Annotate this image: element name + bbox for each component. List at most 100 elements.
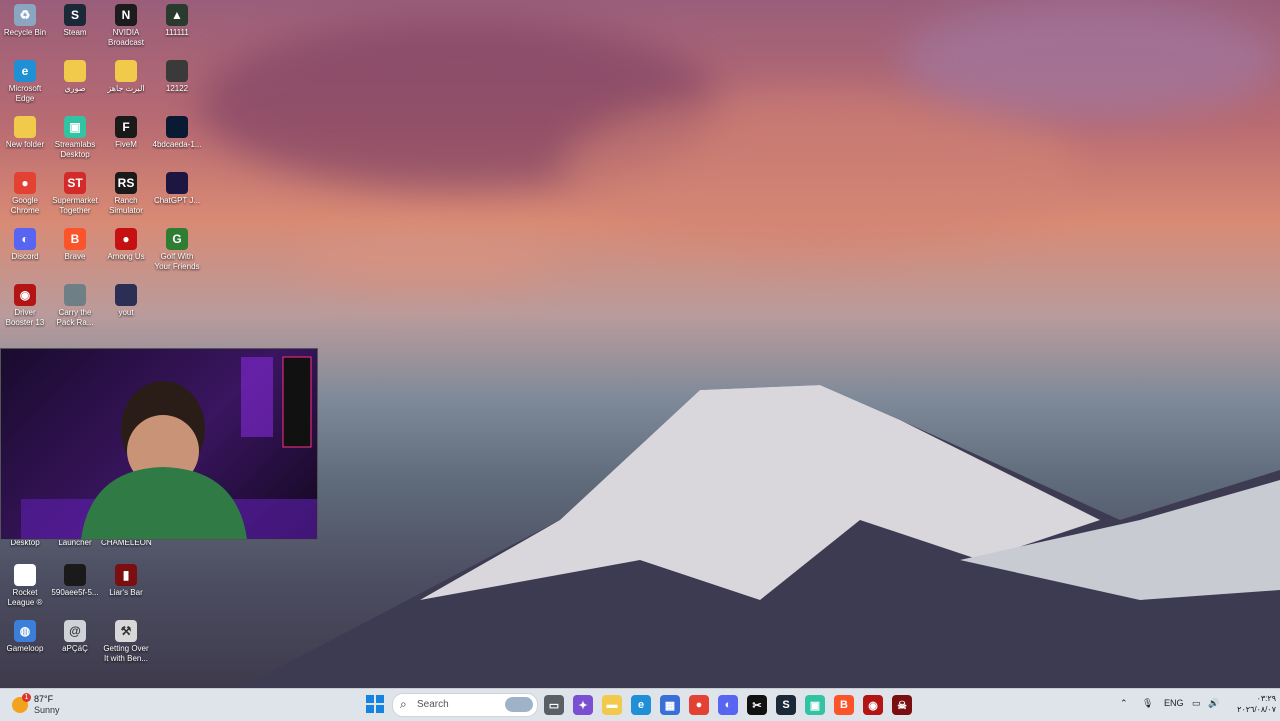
desktop-icon[interactable]: ChatGPT J... [152, 172, 202, 206]
desktop-icon-label: Carry the Pack Ra... [56, 308, 94, 327]
desktop-icon[interactable]: New folder [0, 116, 50, 150]
chrome-icon: ● [14, 172, 36, 194]
search-highlight-icon [505, 697, 533, 712]
fivem-icon: F [115, 116, 137, 138]
webcam-overlay [0, 348, 318, 540]
driver-booster-icon[interactable]: ◉ [863, 695, 883, 715]
image-icon [166, 60, 188, 82]
desktop-icon[interactable]: ▣ Streamlabs Desktop [50, 116, 100, 160]
desktop-icon[interactable]: Carry the Pack Ra... [50, 284, 100, 328]
desktop-icon-label: Among Us [107, 252, 145, 261]
image-icon [115, 284, 137, 306]
desktop-icon-label: NVIDIA Broadcast [107, 28, 145, 47]
mountain-illustration [240, 385, 1280, 688]
game-icon[interactable]: ☠ [892, 695, 912, 715]
file-explorer-icon[interactable]: ▬ [602, 695, 622, 715]
desktop-icon[interactable]: ST Supermarket Together [50, 172, 100, 216]
desktop-icon[interactable]: RS Ranch Simulator [101, 172, 151, 216]
desktop-icon[interactable]: ◐ Discord [0, 228, 50, 262]
edge-icon[interactable]: e [631, 695, 651, 715]
desktop-icon-label: 4bdcaeda-1... [152, 140, 202, 149]
desktop-icon[interactable]: S Steam [50, 4, 100, 38]
search-placeholder: Search [417, 699, 449, 710]
weather-widget[interactable]: 1 87°F Sunny [10, 693, 80, 717]
show-hidden-icons-chevron-icon[interactable]: ⌃ [1120, 698, 1128, 709]
desktop-icon[interactable]: البرت جاهز [101, 60, 151, 94]
desktop-icon[interactable]: ♻ Recycle Bin [0, 4, 50, 38]
desktop-icon[interactable]: ● Google Chrome [0, 172, 50, 216]
desktop-icon[interactable]: B Brave [50, 228, 100, 262]
taskbar-search-box[interactable]: ⌕ Search [392, 693, 538, 717]
desktop-icon[interactable]: 12122 [152, 60, 202, 94]
steam-icon[interactable]: S [776, 695, 796, 715]
desktop-icon[interactable]: ◉ Driver Booster 13 [0, 284, 50, 328]
edge-icon: e [14, 60, 36, 82]
streamlabs-icon: ▣ [64, 116, 86, 138]
desktop-icon-label: ChatGPT J... [153, 196, 201, 205]
windows-logo-icon [366, 705, 374, 713]
supermarket-icon: ST [64, 172, 86, 194]
desktop-icon-label: البرت جاهز [107, 84, 145, 93]
desktop-icon-label: New folder [5, 140, 45, 149]
game-shortcut-icon: ▲ [166, 4, 188, 26]
desktop-icon[interactable]: ⚒ Getting Over It with Ben... [101, 620, 151, 664]
webcam-scene-icon [21, 356, 317, 539]
search-icon: ⌕ [400, 697, 407, 711]
chrome-icon[interactable]: ● [689, 695, 709, 715]
store-icon[interactable]: ▦ [660, 695, 680, 715]
clock-time: ٠٣:٢٩ [1256, 694, 1276, 703]
taskbar: 1 87°F Sunny ⌕ Search ▭ ✦ ▬ e ▦ ● ◐ ✂ S ▣ B ◉ ☠ ⌃ 🎙 … [0, 688, 1280, 721]
desktop-icon-label: صوري [64, 84, 86, 93]
start-button[interactable] [366, 695, 384, 713]
desktop-icon-label: Steam [63, 28, 87, 37]
windows-logo-icon [376, 705, 384, 713]
desktop-icon[interactable]: G Golf With Your Friends [152, 228, 202, 272]
among-us-icon: ● [115, 228, 137, 250]
desktop-icon-label: Liar's Bar [109, 588, 143, 597]
discord-icon[interactable]: ◐ [718, 695, 738, 715]
language-indicator[interactable]: ENG [1164, 698, 1184, 708]
folder-icon [115, 60, 137, 82]
desktop-icon[interactable]: 4bdcaeda-1... [152, 116, 202, 150]
ranch-icon: RS [115, 172, 137, 194]
desktop-icon-label: 590aee5f-5... [51, 588, 99, 597]
desktop-icon-label: Supermarket Together [52, 196, 98, 215]
volume-icon[interactable]: 🔊 [1208, 698, 1219, 709]
desktop-icon-label: Golf With Your Friends [154, 252, 200, 271]
task-view-icon[interactable]: ▭ [544, 695, 564, 715]
streamlabs-icon[interactable]: ▣ [805, 695, 825, 715]
desktop-icon-label: Gameloop [6, 644, 44, 653]
clock-date: ٢٠٢٦/٠٨/٠٧ [1237, 705, 1276, 714]
desktop-icon[interactable]: Rocket League ® [0, 564, 50, 608]
discord-icon: ◐ [14, 228, 36, 250]
desktop-icon[interactable]: @ aPÇáÇ [50, 620, 100, 654]
recycle-bin-icon: ♻ [14, 4, 36, 26]
widgets-icon[interactable]: ✦ [573, 695, 593, 715]
brave-icon: B [64, 228, 86, 250]
desktop-icon-label: FiveM [115, 140, 137, 149]
desktop-icon[interactable]: F FiveM [101, 116, 151, 150]
windows-logo-icon [376, 695, 384, 703]
image-icon [166, 116, 188, 138]
windows-logo-icon [366, 695, 374, 703]
clock[interactable]: ٠٣:٢٩ ٢٠٢٦/٠٨/٠٧ [1236, 693, 1276, 715]
brave-icon[interactable]: B [834, 695, 854, 715]
weather-condition: Sunny [34, 705, 60, 715]
desktop-icon-label: 111111 [165, 28, 189, 37]
desktop-icon[interactable]: صوري [50, 60, 100, 94]
desktop-icon-label: Rocket League ® [7, 588, 43, 607]
desktop-icon[interactable]: 590aee5f-5... [50, 564, 100, 598]
desktop-icon[interactable]: N NVIDIA Broadcast [101, 4, 151, 48]
game-shortcut-icon: ⚒ [115, 620, 137, 642]
capcut-icon[interactable]: ✂ [747, 695, 767, 715]
desktop-icon[interactable]: ● Among Us [101, 228, 151, 262]
desktop-icon-label: 12122 [165, 84, 189, 93]
network-icon[interactable]: ▭ [1192, 698, 1201, 709]
microphone-icon[interactable]: 🎙 [1142, 698, 1153, 709]
desktop-icon[interactable]: ▮ Liar's Bar [101, 564, 151, 598]
desktop-icon[interactable]: yout [101, 284, 151, 318]
desktop-icon[interactable]: ◍ Gameloop [0, 620, 50, 654]
weather-badge: 1 [22, 693, 31, 702]
desktop-icon[interactable]: ▲ 111111 [152, 4, 202, 38]
desktop-icon[interactable]: e Microsoft Edge [0, 60, 50, 104]
